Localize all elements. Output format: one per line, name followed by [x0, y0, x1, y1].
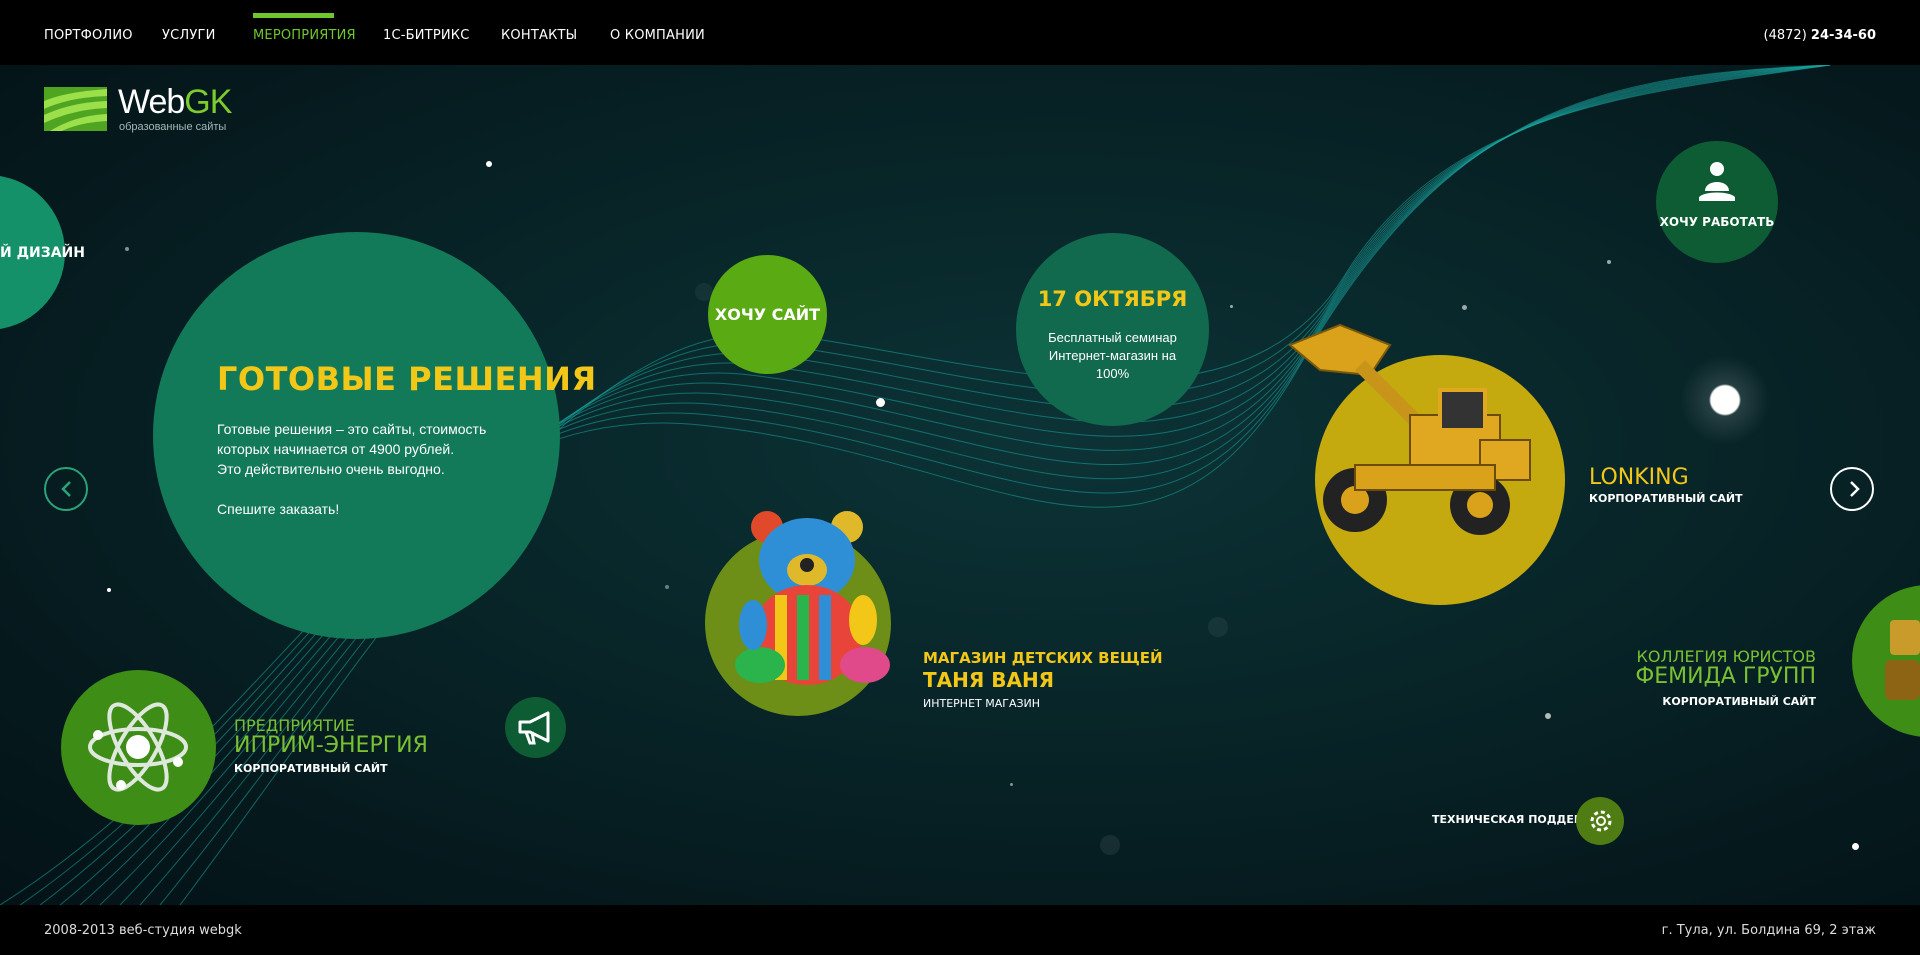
design-circle-label: Й ДИЗАЙН [0, 245, 85, 261]
next-slide-button[interactable] [1830, 467, 1874, 511]
iprim-subtitle: КОРПОРАТИВНЫЙ САЙТ [234, 762, 388, 775]
hero-stage: WebGK образованные сайты Й ДИЗАЙН ГОТОВЫ… [0, 65, 1920, 905]
star-dot [1852, 843, 1859, 850]
prev-slide-button[interactable] [44, 467, 88, 511]
glowing-orb [1680, 355, 1770, 445]
iprim-line2: ИПРИМ-ЭНЕРГИЯ [234, 733, 428, 758]
gear-icon [1590, 810, 1612, 832]
femida-line2: ФЕМИДА ГРУПП [1635, 664, 1816, 689]
ready-solutions-title: ГОТОВЫЕ РЕШЕНИЯ [217, 360, 597, 398]
logo-gk: GK [184, 83, 232, 121]
tanya-vanya-line1: МАГАЗИН ДЕТСКИХ ВЕЩЕЙ [923, 649, 1163, 667]
star-dot [1545, 713, 1551, 719]
nav-item-services[interactable]: УСЛУГИ [162, 28, 216, 43]
star-dot [876, 398, 885, 407]
star-dot [486, 161, 492, 167]
nav-item-events[interactable]: МЕРОПРИЯТИЯ [253, 28, 356, 43]
chevron-right-icon [1850, 481, 1860, 497]
logo-web: Web [118, 83, 185, 121]
event-text-1: Бесплатный семинар [1048, 330, 1177, 345]
star-dot [1230, 305, 1233, 308]
top-navigation: ПОРТФОЛИО УСЛУГИ МЕРОПРИЯТИЯ 1С-БИТРИКС … [0, 0, 1920, 65]
atom-icon [88, 702, 188, 792]
nav-item-about[interactable]: О КОМПАНИИ [610, 28, 705, 43]
star-dot [125, 247, 129, 251]
teddy-bear-image [735, 511, 890, 685]
footer-address: г. Тула, ул. Болдина 69, 2 этаж [1661, 923, 1876, 938]
event-text-3: 100% [1095, 366, 1130, 381]
nav-item-portfolio[interactable]: ПОРТФОЛИО [44, 28, 133, 43]
footer: 2008-2013 веб-студия webgk г. Тула, ул. … [0, 905, 1920, 955]
want-work-label: ХОЧУ РАБОТАТЬ [1659, 215, 1775, 229]
phone-number: (4872) 24-34-60 [1764, 28, 1876, 43]
logo-wordmark: WebGK [118, 83, 232, 122]
faint-orb [1208, 617, 1228, 637]
ready-solutions-cta: Спешите заказать! [217, 501, 340, 517]
star-dot [107, 588, 111, 592]
star-dot [1010, 783, 1013, 786]
lonking-title: LONKING [1589, 465, 1689, 490]
event-text-2: Интернет-магазин на [1048, 348, 1177, 363]
nav-item-bitrix[interactable]: 1С-БИТРИКС [383, 28, 470, 43]
phone-code: (4872) [1763, 28, 1807, 43]
lonking-subtitle: КОРПОРАТИВНЫЙ САЙТ [1589, 492, 1743, 505]
ready-solutions-text-2: которых начинается от 4900 рублей. [217, 441, 455, 457]
loader-image [1288, 323, 1531, 535]
star-dot [665, 585, 669, 589]
footer-copyright: 2008-2013 веб-студия webgk [44, 923, 242, 938]
gavel-image [1885, 620, 1920, 700]
want-site-label: ХОЧУ САЙТ [714, 305, 821, 324]
person-icon [1699, 162, 1735, 201]
star-dot [1607, 260, 1611, 264]
faint-orb [1100, 835, 1120, 855]
ready-solutions-text-3: Это действительно очень выгодно. [217, 461, 445, 477]
phone-digits: 24-34-60 [1810, 28, 1876, 43]
tanya-vanya-line2: ТАНЯ ВАНЯ [923, 668, 1055, 692]
ready-solutions-text-1: Готовые решения – это сайты, стоимость [217, 421, 487, 437]
nav-item-contacts[interactable]: КОНТАКТЫ [501, 28, 577, 43]
active-nav-indicator [253, 13, 334, 18]
logo-mark-icon [44, 87, 107, 131]
femida-subtitle: КОРПОРАТИВНЫЙ САЙТ [1662, 695, 1816, 708]
megaphone-icon [518, 711, 550, 745]
tanya-vanya-subtitle: ИНТЕРНЕТ МАГАЗИН [923, 697, 1041, 710]
chevron-left-icon [61, 481, 71, 497]
star-dot [1462, 305, 1467, 310]
logo-tagline: образованные сайты [119, 121, 227, 133]
event-date: 17 ОКТЯБРЯ [1037, 287, 1188, 311]
